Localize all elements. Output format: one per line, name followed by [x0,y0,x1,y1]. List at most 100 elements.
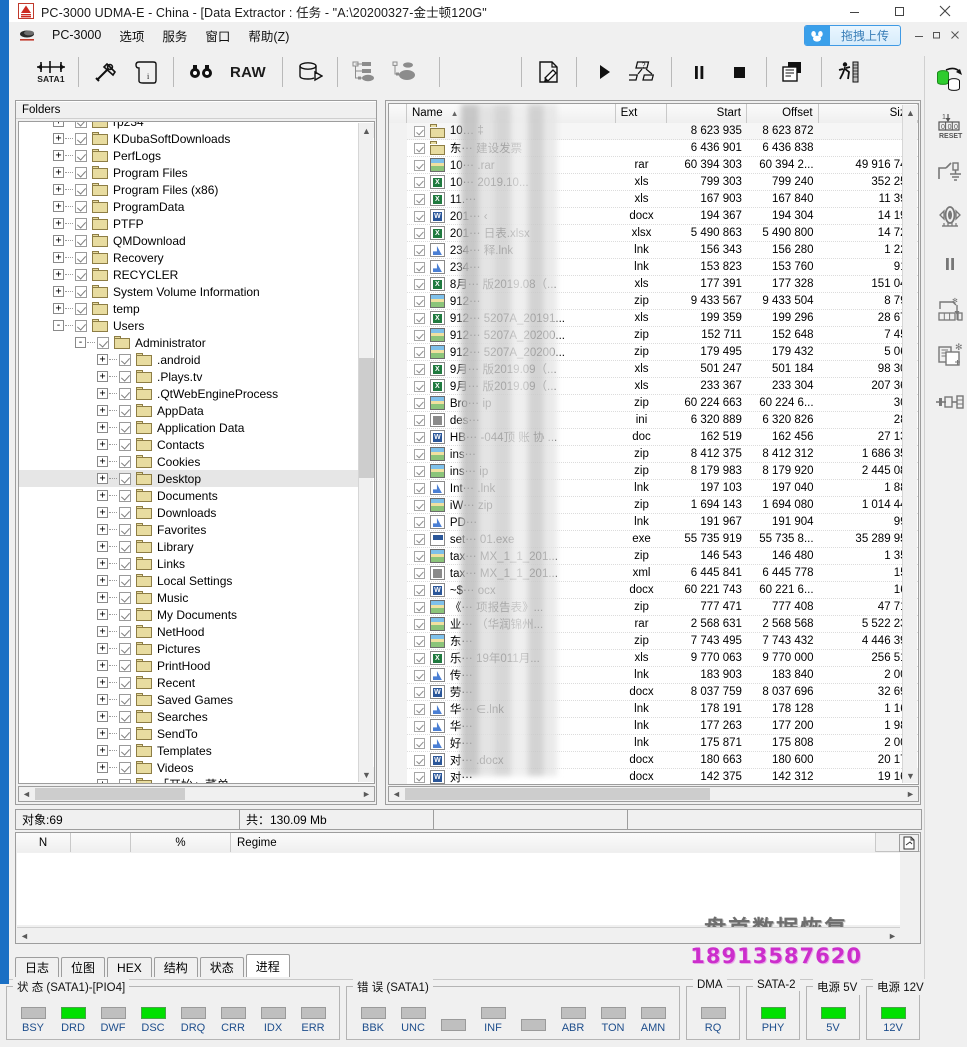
progress-hscroll-right-arrow[interactable]: ► [885,928,900,943]
file-name-cell[interactable]: 东⋯ [407,633,616,650]
file-checkbox[interactable] [413,703,425,715]
file-name-cell[interactable]: X 912⋯ 5207A_20191... [407,310,616,327]
tree-checkbox[interactable] [119,404,131,417]
tree-checkbox[interactable] [119,591,131,604]
child-close-button[interactable] [946,27,963,44]
file-checkbox[interactable] [413,125,425,137]
tree-item-saved-games[interactable]: + Saved Games [19,691,359,708]
file-list-header-name[interactable]: Name ▲ [406,104,616,123]
expand-icon[interactable]: + [97,456,108,467]
file-checkbox[interactable] [413,193,425,205]
table-row[interactable]: W~$⋯ ocxdocx60 221 74360 221 6...162 [389,581,918,599]
maximize-button[interactable] [877,0,922,22]
expand-icon[interactable]: + [97,677,108,688]
tree-item-contacts[interactable]: + Contacts [19,436,359,453]
tree-item-[interactable]: + 「开始」菜单 [19,776,359,783]
tree-scroll-thumb[interactable] [359,358,374,478]
stop-button[interactable] [719,52,759,92]
file-name-cell[interactable]: ins⋯ ip [407,463,616,480]
file-name-cell[interactable]: set⋯ 01.exe [407,531,616,548]
tree-horizontal-scrollbar[interactable]: ◄ ► [18,786,375,802]
table-row[interactable]: iW⋯ zip zip 1 694 143 1 694 080 1 014 442 [389,496,918,514]
file-name-cell[interactable]: W 201⋯ ‹ [407,208,616,225]
tree-item-administrator[interactable]: - Administrator [19,334,359,351]
tree-item-searches[interactable]: + Searches [19,708,359,725]
tree-item-my-documents[interactable]: + My Documents [19,606,359,623]
file-checkbox[interactable] [413,210,425,222]
copy-windows-button[interactable]: ✻ [928,334,967,378]
expand-icon[interactable]: + [97,388,108,399]
tree-item-nethood[interactable]: + NetHood [19,623,359,640]
tree-checkbox[interactable] [75,234,87,247]
table-row[interactable]: ins⋯ ip zip 8 179 983 8 179 920 2 445 085 [389,462,918,480]
tree-checkbox[interactable] [75,251,87,264]
cloud-upload-button[interactable]: 拖拽上传 [803,24,901,46]
child-restore-button[interactable] [928,27,945,44]
expand-icon[interactable]: + [97,541,108,552]
tree-checkbox[interactable] [119,540,131,553]
file-name-cell[interactable]: 《⋯ 项报告表》... [407,599,616,616]
tree-checkbox[interactable] [119,506,131,519]
table-row[interactable]: W HB⋯ -044顶 账 协 ... doc 162 519 162 456 27 13… [389,428,918,446]
file-name-cell[interactable]: 10… ‡ [407,123,616,140]
expand-icon[interactable]: + [97,609,108,620]
copy-button[interactable] [774,52,814,92]
raw-button[interactable]: RAW [221,52,275,92]
file-name-cell[interactable]: W HB⋯ -044顶 账 协 ... [407,429,616,446]
tab-日志[interactable]: 日志 [15,957,60,977]
list-hscroll-right-arrow[interactable]: ► [903,787,918,801]
tree-checkbox[interactable] [119,472,131,485]
expand-icon[interactable]: + [97,745,108,756]
tree-item-music[interactable]: + Music [19,589,359,606]
tree-checkbox[interactable] [119,574,131,587]
tree-item-qtwebengineprocess[interactable]: + .QtWebEngineProcess [19,385,359,402]
tree-checkbox[interactable] [119,489,131,502]
folder-tree-body[interactable]: + rp234 + KDubaSoftDownloads + PerfLogs + Progr… [18,121,375,784]
menu-service[interactable]: 服务 [153,24,196,47]
file-checkbox[interactable] [413,567,425,579]
menu-pc3000[interactable]: PC-3000 [43,26,110,44]
expand-icon[interactable]: + [97,354,108,365]
menu-help[interactable]: 帮助(Z) [239,24,298,47]
file-name-cell[interactable]: W 对⋯ [407,769,616,784]
expand-icon[interactable]: + [97,490,108,501]
tree-item-temp[interactable]: + temp [19,300,359,317]
tree-scroll-up-arrow[interactable]: ▲ [359,123,374,138]
tree-checkbox[interactable] [119,455,131,468]
signal-ground-button[interactable] [928,150,967,194]
close-button[interactable] [922,0,967,22]
table-row[interactable]: 传⋯ lnk 183 903 183 840 2 003 [389,666,918,684]
tree-item-ptfp[interactable]: + PTFP [19,215,359,232]
expand-icon[interactable]: + [97,626,108,637]
table-row[interactable]: 912⋯ zip 9 433 567 9 433 504 8 795 [389,292,918,310]
file-checkbox[interactable] [413,295,425,307]
sata1-port-button[interactable]: SATA1 [31,52,71,92]
menu-window[interactable]: 窗口 [196,24,239,47]
file-name-cell[interactable]: X 10⋯ 2019.10... [407,174,616,191]
map-task-button[interactable]: ? [624,52,664,92]
tree-checkbox[interactable] [119,676,131,689]
tree-item-recycler[interactable]: + RECYCLER [19,266,359,283]
table-row[interactable]: des⋯ini6 320 8896 320 826282 [389,411,918,429]
expand-icon[interactable]: + [97,728,108,739]
structure-tree-button[interactable] [345,52,385,92]
tree-item-documents[interactable]: + Documents [19,487,359,504]
table-row[interactable]: X 11.⋯ xls 167 903 167 840 11 395 [389,190,918,208]
table-row[interactable]: 912⋯ 5207A_20200... zip 152 711 152 648 7 45… [389,326,918,344]
tree-checkbox[interactable] [119,693,131,706]
expand-icon[interactable]: + [97,422,108,433]
tree-checkbox[interactable] [75,285,87,298]
file-checkbox[interactable] [413,533,425,545]
tree-checkbox[interactable] [119,608,131,621]
table-row[interactable]: 234⋯ 释.lnk lnk 156 343 156 280 1 228 [389,241,918,259]
sector-map-button[interactable]: ✻ [928,288,967,332]
table-row[interactable]: 东⋯ 建设发票6 436 9016 436 8380 [389,139,918,157]
tree-item-downloads[interactable]: + Downloads [19,504,359,521]
tree-item-programdata[interactable]: + ProgramData [19,198,359,215]
tree-checkbox[interactable] [119,659,131,672]
tree-item-links[interactable]: + Links [19,555,359,572]
expand-icon[interactable]: + [97,524,108,535]
file-name-cell[interactable]: 10⋯ .rar [407,157,616,174]
tab-状态[interactable]: 状态 [199,957,244,977]
table-row[interactable]: X 8月⋯ 版2019.08（... xls 177 391 177 328 151 04… [389,275,918,293]
